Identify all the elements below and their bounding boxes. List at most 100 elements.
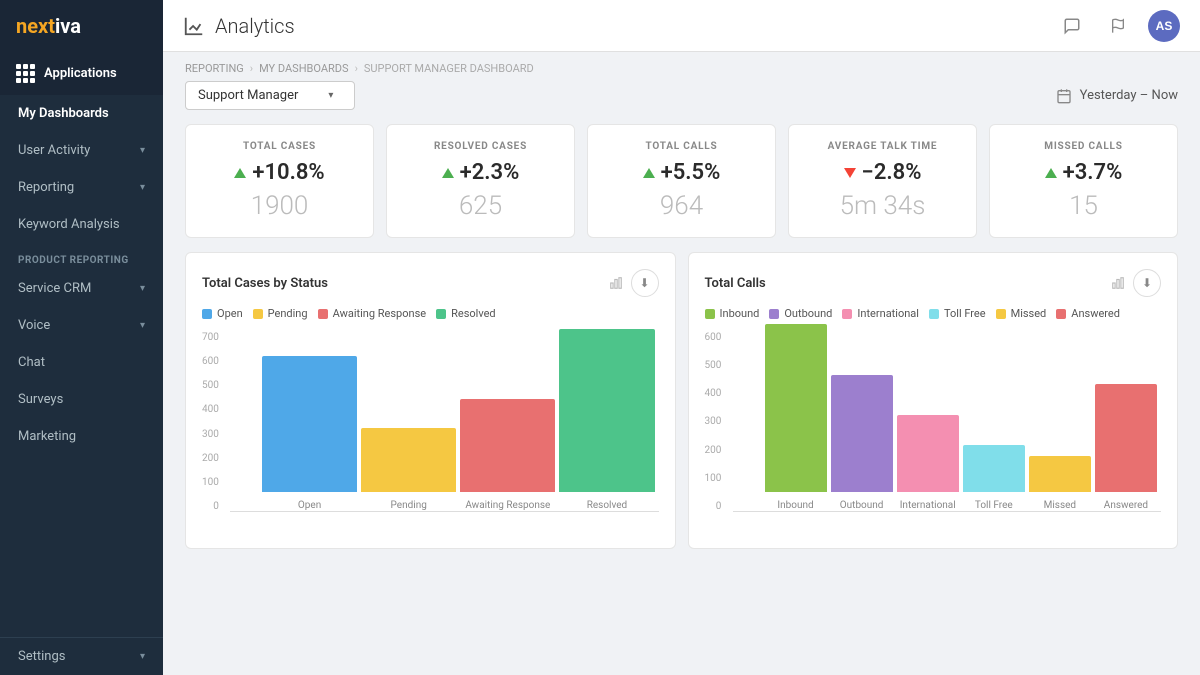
stat-card-2: TOTAL CALLS +5.5% 964 bbox=[587, 124, 776, 238]
bar bbox=[559, 329, 654, 492]
bar-label: Pending bbox=[391, 500, 427, 511]
stat-change-value: +3.7% bbox=[1063, 160, 1123, 185]
legend-label: Pending bbox=[268, 307, 308, 320]
stat-change: +3.7% bbox=[1008, 160, 1159, 185]
bar bbox=[262, 356, 357, 492]
bar-group: Pending bbox=[361, 428, 456, 511]
sidebar-item-voice[interactable]: Voice ▾ bbox=[0, 307, 163, 344]
sidebar-apps-button[interactable]: Applications bbox=[0, 52, 163, 95]
bar-group: Open bbox=[262, 356, 357, 511]
stat-change: +2.3% bbox=[405, 160, 556, 185]
bar-label: Toll Free bbox=[975, 500, 1013, 511]
stat-change: −2.8% bbox=[807, 160, 958, 185]
bar-chart-icon bbox=[1111, 276, 1125, 290]
bar-group: Inbound bbox=[765, 324, 827, 511]
legend-dot bbox=[929, 309, 939, 319]
arrow-up-icon bbox=[442, 168, 454, 178]
sidebar-item-chat[interactable]: Chat bbox=[0, 344, 163, 381]
dashboard-dropdown[interactable]: Support Manager ▾ bbox=[185, 81, 355, 110]
arrow-up-icon bbox=[234, 168, 246, 178]
legend-label: Missed bbox=[1011, 307, 1047, 320]
chart1-actions: ⬇ bbox=[609, 269, 659, 297]
date-range-picker[interactable]: Yesterday – Now bbox=[1056, 88, 1178, 104]
calendar-icon bbox=[1056, 88, 1072, 104]
topbar: Analytics AS bbox=[163, 0, 1200, 52]
bar-label: Answered bbox=[1104, 500, 1148, 511]
sidebar-item-marketing[interactable]: Marketing bbox=[0, 418, 163, 455]
bar-group: Outbound bbox=[831, 375, 893, 511]
sidebar-item-keyword-analysis[interactable]: Keyword Analysis bbox=[0, 206, 163, 243]
sidebar-item-my-dashboards[interactable]: My Dashboards bbox=[0, 95, 163, 132]
chart2-bars: Inbound Outbound International Toll Free… bbox=[733, 332, 1162, 512]
stat-card-1: RESOLVED CASES +2.3% 625 bbox=[386, 124, 575, 238]
user-avatar-button[interactable]: AS bbox=[1148, 10, 1180, 42]
chevron-icon: ▾ bbox=[140, 283, 145, 294]
y-tick: 200 bbox=[705, 445, 722, 456]
chart2-header: Total Calls ⬇ bbox=[705, 269, 1162, 297]
charts-row: Total Cases by Status ⬇ OpenPendingAwait… bbox=[163, 252, 1200, 563]
logo-text: nextiva bbox=[16, 14, 81, 38]
sidebar-item-settings[interactable]: Settings ▾ bbox=[0, 638, 163, 675]
legend-label: Open bbox=[217, 307, 243, 320]
stat-title: TOTAL CASES bbox=[204, 141, 355, 152]
arrow-up-icon bbox=[1045, 168, 1057, 178]
legend-dot bbox=[705, 309, 715, 319]
sidebar-item-user-activity[interactable]: User Activity ▾ bbox=[0, 132, 163, 169]
date-range-label: Yesterday – Now bbox=[1080, 88, 1178, 103]
sidebar-item-surveys[interactable]: Surveys bbox=[0, 381, 163, 418]
chevron-icon: ▾ bbox=[140, 651, 145, 662]
breadcrumb-reporting[interactable]: REPORTING bbox=[185, 62, 244, 75]
topbar-left: Analytics bbox=[183, 14, 295, 38]
chart2-actions: ⬇ bbox=[1111, 269, 1161, 297]
bar-group: Awaiting Response bbox=[460, 399, 555, 511]
y-tick: 0 bbox=[716, 501, 722, 512]
chart1-area: 7006005004003002001000 Open Pending Awai… bbox=[202, 332, 659, 532]
y-tick: 200 bbox=[202, 453, 219, 464]
legend-dot bbox=[842, 309, 852, 319]
chat-icon-button[interactable] bbox=[1056, 10, 1088, 42]
breadcrumb-sep-1: › bbox=[250, 62, 253, 75]
bar-label: Outbound bbox=[840, 500, 884, 511]
stat-title: AVERAGE TALK TIME bbox=[807, 141, 958, 152]
y-tick: 600 bbox=[202, 356, 219, 367]
legend-item: Open bbox=[202, 307, 243, 320]
legend-item: Awaiting Response bbox=[318, 307, 427, 320]
chart2-legend: InboundOutboundInternationalToll FreeMis… bbox=[705, 307, 1162, 320]
breadcrumb-my-dashboards[interactable]: MY DASHBOARDS bbox=[259, 62, 348, 75]
legend-item: Pending bbox=[253, 307, 308, 320]
sidebar-item-reporting[interactable]: Reporting ▾ bbox=[0, 169, 163, 206]
legend-item: Resolved bbox=[436, 307, 496, 320]
sidebar-item-service-crm[interactable]: Service CRM ▾ bbox=[0, 270, 163, 307]
stat-change: +10.8% bbox=[204, 160, 355, 185]
breadcrumb-sep-2: › bbox=[355, 62, 358, 75]
chart1-download-button[interactable]: ⬇ bbox=[631, 269, 659, 297]
bar bbox=[831, 375, 893, 492]
y-tick: 600 bbox=[705, 332, 722, 343]
sidebar: nextiva Applications My Dashboards User … bbox=[0, 0, 163, 675]
bar bbox=[963, 445, 1025, 492]
stat-change-value: +5.5% bbox=[661, 160, 721, 185]
bar bbox=[1029, 456, 1091, 492]
legend-item: Missed bbox=[996, 307, 1047, 320]
bar bbox=[1095, 384, 1157, 492]
chart2-download-button[interactable]: ⬇ bbox=[1133, 269, 1161, 297]
bar-label: Inbound bbox=[777, 500, 813, 511]
legend-dot bbox=[1056, 309, 1066, 319]
logo-accent: next bbox=[16, 14, 55, 38]
chart1-legend: Open Pending Awaiting Response Resolved bbox=[202, 307, 659, 320]
stat-card-3: AVERAGE TALK TIME −2.8% 5m 34s bbox=[788, 124, 977, 238]
stat-change: +5.5% bbox=[606, 160, 757, 185]
topbar-right: AS bbox=[1056, 10, 1180, 42]
legend-dot bbox=[436, 309, 446, 319]
legend-item: Answered bbox=[1056, 307, 1120, 320]
legend-item: Toll Free bbox=[929, 307, 986, 320]
y-tick: 300 bbox=[705, 416, 722, 427]
sidebar-bottom: Settings ▾ bbox=[0, 637, 163, 675]
dropdown-label: Support Manager bbox=[198, 88, 298, 103]
content-area: REPORTING › MY DASHBOARDS › SUPPORT MANA… bbox=[163, 52, 1200, 675]
legend-dot bbox=[253, 309, 263, 319]
stat-card-0: TOTAL CASES +10.8% 1900 bbox=[185, 124, 374, 238]
stat-title: RESOLVED CASES bbox=[405, 141, 556, 152]
page-title: Analytics bbox=[215, 14, 295, 38]
flag-icon-button[interactable] bbox=[1102, 10, 1134, 42]
